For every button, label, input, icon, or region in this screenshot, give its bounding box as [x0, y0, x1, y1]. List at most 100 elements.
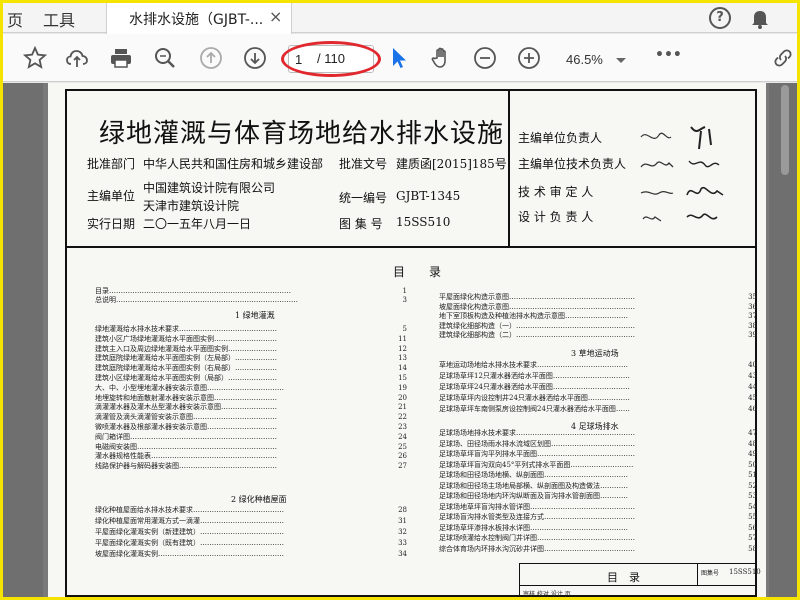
- toc-page-number: 21: [398, 403, 407, 412]
- toc-entry[interactable]: 足球场草坪渗排水板排水详图……………………………………: [439, 524, 739, 532]
- toc-entry[interactable]: 足球场和田径场主场地局部横、纵剖面图及构造做法…………: [439, 482, 739, 490]
- search-icon[interactable]: [153, 46, 177, 70]
- toc-entry[interactable]: 绿化种植屋面给水排水技术要求…………………………………: [95, 506, 389, 514]
- toc-entry[interactable]: 足球场地草坪盲沟排水管详图………………………………………: [439, 503, 739, 511]
- toc-entry[interactable]: 足球场、田径场雨水排水流域区划图………………………………: [439, 440, 739, 448]
- toc-entry[interactable]: 足球场草坪车南侧泵房设控制阀24只灌水器洒给水平面图……: [439, 405, 739, 413]
- toc-entry[interactable]: 电磁阀安装图……………………………………………………: [95, 443, 389, 451]
- toc-entry[interactable]: 足球场喷灌给水控制阀门井详图……………………………………: [439, 534, 739, 542]
- bell-icon[interactable]: [748, 6, 772, 30]
- more-icon[interactable]: •••: [655, 47, 685, 71]
- toolbar: •••: [3, 34, 797, 82]
- title-block-title: 目 录: [607, 571, 640, 584]
- toc-entry[interactable]: 足球场和田径场场地横、纵剖面图………………………………: [439, 471, 739, 479]
- signature-1: [639, 123, 739, 151]
- toc-entry[interactable]: 足球场草坪24只灌水器洒给水平面图……………………………: [439, 383, 739, 391]
- toc-entry[interactable]: 地埋旋转和地面散射灌水器安装示意图………………………: [95, 394, 389, 402]
- toc-entry[interactable]: 地下室顶板构造及种植池排水构造示意图………………………: [439, 312, 739, 320]
- toc-entry[interactable]: 绿化种植屋面常用灌溉方式一滴灌………………………………: [95, 517, 389, 525]
- approval-dept: 中华人民共和国住房和城乡建设部: [143, 157, 324, 171]
- atlas-no: 15SS510: [396, 215, 451, 229]
- approval-no-label: 批准文号: [339, 157, 388, 171]
- toc-entry[interactable]: 平屋面绿化构造示意图………………………………………………: [439, 293, 739, 301]
- viewer-gutter-left: [3, 83, 43, 597]
- toc-page-number: 1: [402, 287, 407, 295]
- chevron-down-icon: [616, 58, 626, 63]
- toc-entry[interactable]: 建筑绿化细部构造（二）……………………………………………: [439, 331, 739, 339]
- toc-entry[interactable]: 足球场和田径场地内环沟纵断面及盲沟排水管剖面图…………: [439, 492, 739, 500]
- toc-entry[interactable]: 平屋面绿化灌溉实例（既有建筑）………………………………: [95, 539, 389, 547]
- header-divider: [508, 90, 510, 246]
- zoom-dropdown[interactable]: 46.5%: [558, 49, 633, 71]
- close-icon[interactable]: ×: [269, 7, 282, 26]
- title-block-atlas-label: 图集号: [701, 570, 720, 577]
- unified-no: GJBT-1345: [396, 189, 461, 203]
- toc-entry[interactable]: 灌水器规格性能表………………………………………………: [95, 452, 389, 460]
- menu-tools[interactable]: 工具: [43, 7, 75, 31]
- toc-entry[interactable]: 足球场草坪内设控制井24只灌水器洒给水平面图………………: [439, 394, 739, 402]
- toc-entry[interactable]: 大、中、小型埋地灌水器安装示意图……………………………: [95, 384, 389, 392]
- toc-entry[interactable]: 微喷灌水器及根部灌水器安装示意图…………………………: [95, 423, 389, 431]
- toc-entry[interactable]: 建筑小区广场绿地灌溉给水平面图实例………………………: [95, 335, 389, 343]
- toc-entry[interactable]: 坡屋面绿化构造示意图………………………………………………: [439, 303, 739, 311]
- toc-page-number: 14: [398, 364, 407, 373]
- zoom-in-icon[interactable]: [517, 46, 541, 70]
- toc-page-number: 36: [748, 302, 757, 311]
- document-tab[interactable]: 水排水设施（GJBT-... ×: [106, 3, 292, 34]
- toc-page-number: 58: [748, 544, 757, 553]
- toc-section-2: 2 绿化种植屋面: [231, 495, 287, 504]
- toc-page-number: 22: [398, 413, 407, 422]
- toc-entry[interactable]: 建筑庭院绿地灌溉给水平面图实例（左局部）………………: [95, 354, 389, 362]
- menu-page[interactable]: 页: [7, 7, 23, 31]
- toc-page-number: 15: [398, 374, 407, 382]
- editor-unit-2: 天津市建筑设计院: [143, 199, 240, 213]
- toc-entry[interactable]: 滴灌管及滴头滴灌管安装示意图………………………………: [95, 413, 389, 421]
- role-2: 主编单位技术负责人: [518, 157, 627, 171]
- select-cursor-icon[interactable]: [387, 46, 411, 70]
- upload-icon[interactable]: [65, 46, 89, 70]
- toc-entry[interactable]: 建筑庭院绿地灌溉给水平面图实例（右局部）………………: [95, 364, 389, 372]
- toc-entry[interactable]: 综合体育场内环排水沟沉砂井详图…………………………………: [439, 545, 739, 553]
- unified-no-label: 统一编号: [339, 191, 388, 205]
- page-up-icon[interactable]: [199, 46, 223, 70]
- hand-icon[interactable]: [429, 46, 453, 70]
- toc-entry[interactable]: 足球场场地排水技术要求……………………………………………: [439, 429, 739, 437]
- page-down-icon[interactable]: [243, 46, 267, 70]
- toc-entry[interactable]: 坡屋面绿化灌溉实例………………………………………………: [95, 550, 389, 558]
- toc-entry[interactable]: 建筑小区绿地灌溉给水平面图实例（局部）…………………: [95, 374, 389, 382]
- toc-page-number: 31: [398, 517, 407, 525]
- approval-dept-label: 批准部门: [87, 157, 136, 171]
- title-block-row: 审核 校对 设计 页: [523, 591, 571, 598]
- toc-entry[interactable]: 总说明……………………………………………………………………: [95, 296, 389, 304]
- toc-heading: 目 录: [393, 265, 442, 279]
- toc-entry[interactable]: 平屋面绿化灌溉实例（新建建筑）………………………………: [95, 528, 389, 536]
- toc-entry[interactable]: 建筑主入口及周边绿地灌溉给水平面图实例…………………: [95, 345, 389, 353]
- toc-entry[interactable]: 足球场草坪盲沟双向45°平列式排水平面图………………………: [439, 461, 739, 469]
- tab-title: 水排水设施（GJBT-...: [129, 12, 264, 28]
- toc-page-number: 57: [748, 534, 757, 542]
- toc-entry[interactable]: 足球场草坪12只灌水器洒给水平面图……………………………: [439, 372, 739, 380]
- toc-entry[interactable]: 足球场盲沟排水管类型及连接方式…………………………………: [439, 513, 739, 521]
- toc-entry[interactable]: 足球场草坪盲沟平列排水平面图……………………………………: [439, 450, 739, 458]
- zoom-out-icon[interactable]: [473, 46, 497, 70]
- toc-page-number: 12: [398, 344, 407, 353]
- toc-entry[interactable]: 建筑绿化细部构造（一）……………………………………………: [439, 322, 739, 330]
- toc-entry[interactable]: 滴灌灌水器及灌木丛型灌水器安装示意图……………………: [95, 403, 389, 411]
- toc-entry[interactable]: 草地运动场地给水排水技术要求…………………………………: [439, 361, 739, 369]
- toc-page-number: 55: [748, 513, 757, 521]
- toc-entry[interactable]: 绿地灌溉给水排水技术要求……………………………………: [95, 325, 389, 333]
- toc-page-number: 26: [398, 452, 407, 461]
- star-icon[interactable]: [22, 45, 48, 70]
- link-icon[interactable]: [771, 46, 795, 70]
- toc-section-3: 3 草地运动场: [571, 349, 619, 358]
- toc-page-number: 45: [748, 394, 757, 402]
- scrollbar-thumb[interactable]: [781, 85, 789, 175]
- toc-entry[interactable]: 目录……………………………………………………………………: [95, 287, 389, 295]
- title-block-rule: [519, 585, 757, 586]
- help-icon[interactable]: ?: [709, 7, 731, 29]
- toc-section-1: 1 绿地灌溉: [235, 311, 275, 320]
- toc-page-number: 49: [748, 450, 757, 458]
- print-icon[interactable]: [109, 46, 133, 70]
- toc-entry[interactable]: 线路保护器与解码器安装图……………………………………: [95, 462, 389, 470]
- toc-entry[interactable]: 阀门箱详图………………………………………………………: [95, 433, 389, 441]
